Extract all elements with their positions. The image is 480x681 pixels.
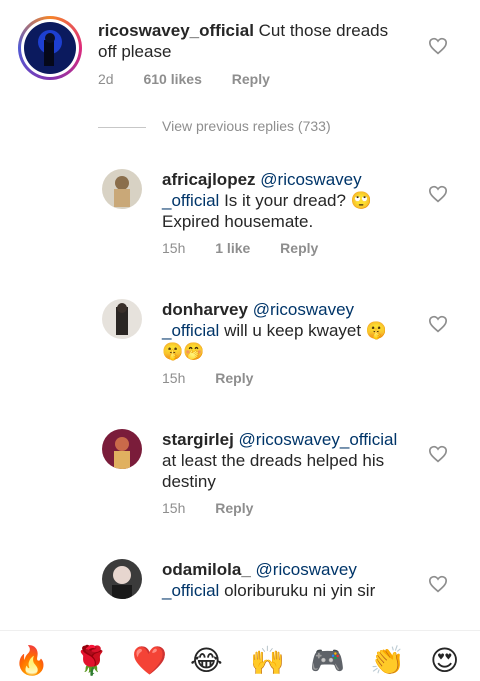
reply-username[interactable]: africajlopez: [162, 170, 256, 189]
reply-item: odamilola_ @ricoswavey _official oloribu…: [0, 555, 480, 630]
emoji-reaction-bar: 🔥 🌹 ❤️ 😂 🙌 🎮 👏 😍: [0, 630, 480, 681]
reply-button[interactable]: Reply: [232, 71, 270, 87]
clapping-hands-emoji-icon[interactable]: 👏: [370, 645, 405, 677]
reply-time: 15h: [162, 500, 186, 516]
comment-username[interactable]: ricoswavey_official: [98, 21, 254, 40]
story-ring[interactable]: [18, 16, 82, 80]
avatar[interactable]: [102, 429, 142, 469]
view-previous-label[interactable]: View previous replies (733): [162, 118, 331, 134]
reply-text: donharvey @ricoswavey _official will u k…: [162, 299, 402, 362]
reply-item: donharvey @ricoswavey _official will u k…: [0, 295, 480, 405]
heart-icon[interactable]: [428, 445, 448, 463]
reply-mention[interactable]: @ricoswavey_official: [239, 430, 398, 449]
heart-icon[interactable]: [428, 37, 448, 55]
reply-button[interactable]: Reply: [215, 500, 253, 516]
reply-likes[interactable]: 1 like: [215, 240, 250, 256]
heart-icon[interactable]: [428, 575, 448, 593]
reply-text: stargirlej @ricoswavey_official at least…: [162, 429, 412, 492]
reply-button[interactable]: Reply: [280, 240, 318, 256]
divider-line: [98, 126, 146, 128]
reply-username[interactable]: odamilola_: [162, 560, 251, 579]
reply-meta: 15h 1 like Reply: [162, 240, 344, 256]
comment-meta: 2d 610 likes Reply: [98, 71, 296, 87]
main-comment: ricoswavey_official Cut those dreads off…: [0, 0, 480, 100]
avatar[interactable]: [102, 169, 142, 209]
view-previous-replies[interactable]: View previous replies (733): [98, 118, 331, 134]
reply-time: 15h: [162, 370, 186, 386]
reply-meta: 15h Reply: [162, 370, 279, 386]
tears-of-joy-emoji-icon[interactable]: 😂: [190, 645, 223, 677]
avatar[interactable]: [102, 299, 142, 339]
reply-text: africajlopez @ricoswavey _official Is it…: [162, 169, 392, 232]
reply-username[interactable]: donharvey: [162, 300, 248, 319]
reply-item: africajlopez @ricoswavey _official Is it…: [0, 165, 480, 275]
game-controller-emoji-icon[interactable]: 🎮: [310, 645, 345, 677]
reply-body: at least the dreads helped his destiny: [162, 451, 385, 491]
heart-icon[interactable]: [428, 315, 448, 333]
avatar[interactable]: [24, 22, 76, 74]
comment-likes[interactable]: 610 likes: [143, 71, 201, 87]
heart-eyes-emoji-icon[interactable]: 😍: [430, 645, 459, 677]
reply-meta: 15h Reply: [162, 500, 279, 516]
comment-time: 2d: [98, 71, 114, 87]
rose-emoji-icon[interactable]: 🌹: [74, 645, 109, 677]
raised-hands-emoji-icon[interactable]: 🙌: [250, 645, 285, 677]
comment-text: ricoswavey_official Cut those dreads off…: [98, 20, 398, 62]
heart-emoji-icon[interactable]: ❤️: [132, 645, 167, 677]
reply-button[interactable]: Reply: [215, 370, 253, 386]
reply-body: oloriburuku ni yin sir: [219, 581, 376, 600]
heart-icon[interactable]: [428, 185, 448, 203]
reply-time: 15h: [162, 240, 186, 256]
fire-emoji-icon[interactable]: 🔥: [14, 645, 49, 677]
reply-username[interactable]: stargirlej: [162, 430, 234, 449]
reply-item: stargirlej @ricoswavey_official at least…: [0, 425, 480, 535]
avatar[interactable]: [102, 559, 142, 599]
reply-text: odamilola_ @ricoswavey _official oloribu…: [162, 559, 392, 601]
